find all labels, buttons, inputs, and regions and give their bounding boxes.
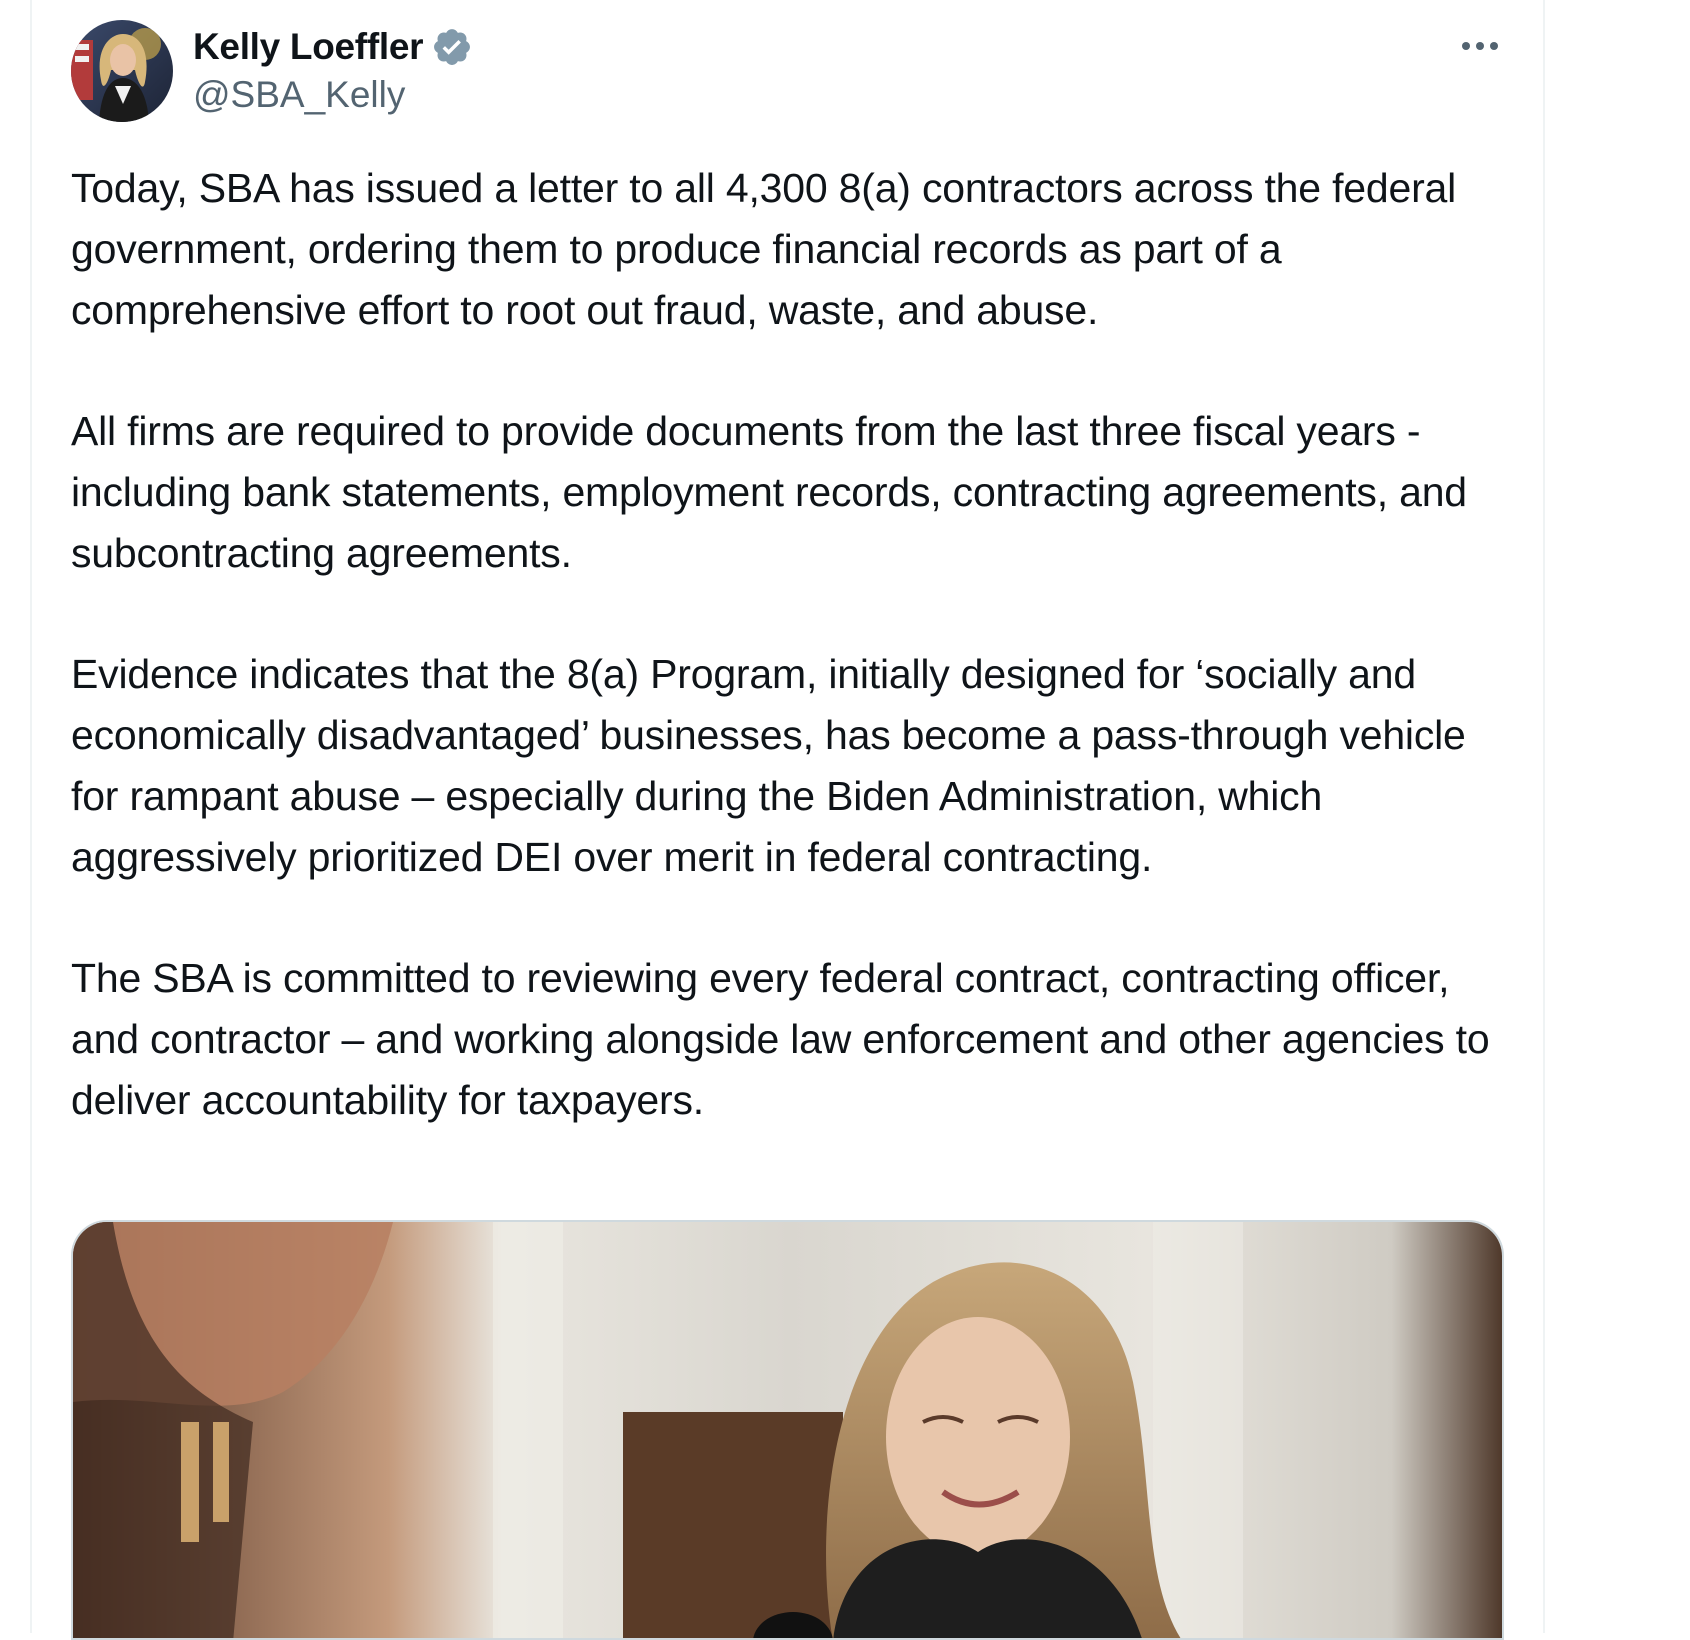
author-name-row: Kelly Loeffler xyxy=(193,24,473,70)
author-handle[interactable]: @SBA_Kelly xyxy=(193,74,405,116)
tweet-text: Today, SBA has issued a letter to all 4,… xyxy=(71,158,1511,1191)
tweet-media-image[interactable] xyxy=(71,1220,1504,1640)
author-display-name[interactable]: Kelly Loeffler xyxy=(193,26,424,68)
avatar-photo xyxy=(71,20,173,122)
more-options-icon[interactable] xyxy=(1455,26,1505,66)
tweet-paragraph: The SBA is committed to reviewing every … xyxy=(71,955,1490,1123)
verified-badge-icon[interactable] xyxy=(431,26,473,68)
avatar[interactable] xyxy=(71,20,173,122)
tweet-paragraph: Evidence indicates that the 8(a) Program… xyxy=(71,651,1466,880)
tweet-paragraph: All firms are required to provide docume… xyxy=(71,408,1467,576)
tweet-paragraph: Today, SBA has issued a letter to all 4,… xyxy=(71,165,1457,333)
media-photo xyxy=(73,1222,1502,1638)
